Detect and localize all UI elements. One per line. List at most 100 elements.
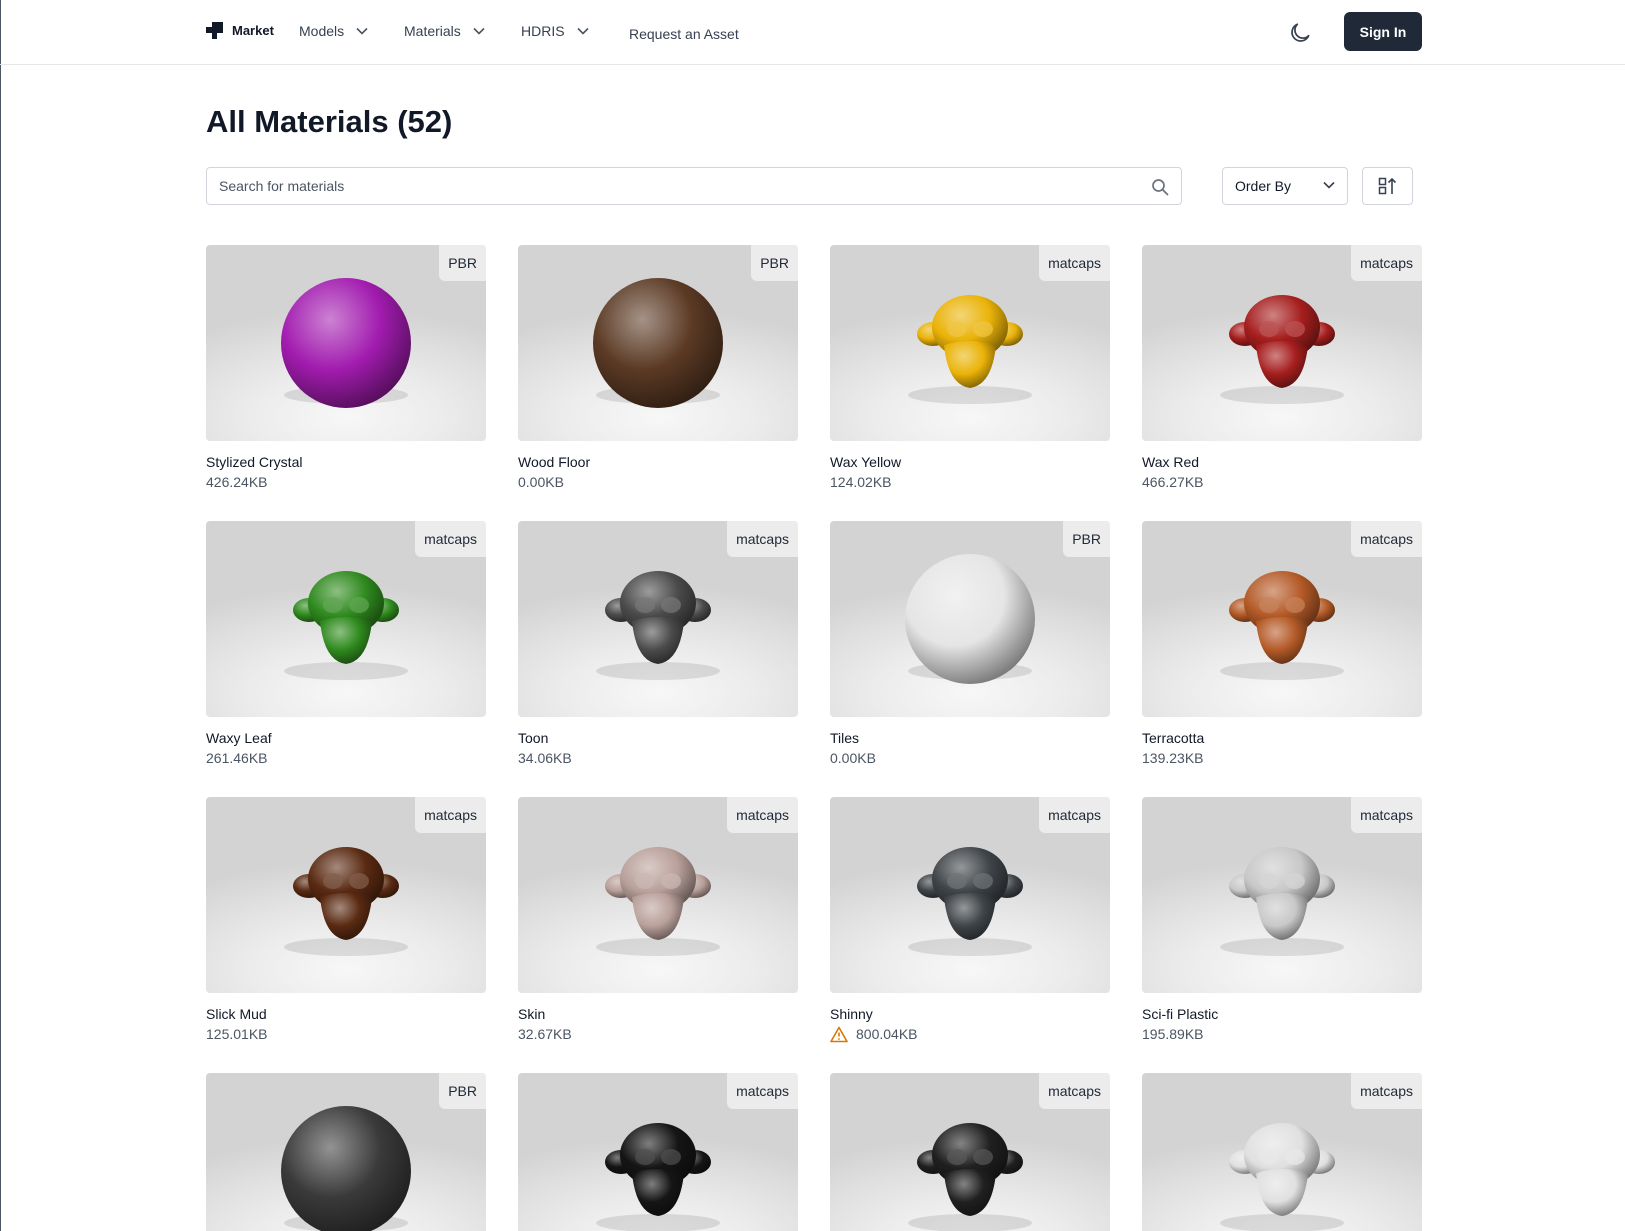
material-file-size: 195.89KB [1142, 1026, 1204, 1042]
material-card[interactable]: matcaps Slick Mud 125.01KB [206, 797, 486, 1043]
material-thumbnail: PBR [830, 521, 1110, 717]
material-type-badge: matcaps [1351, 797, 1422, 833]
material-card[interactable]: PBR Stylized Crystal 426.24KB [206, 245, 486, 491]
material-size-row: 466.27KB [1142, 473, 1422, 491]
material-name: Tiles [830, 730, 860, 746]
sign-in-button[interactable]: Sign In [1344, 12, 1422, 51]
logo[interactable]: Market [206, 22, 274, 39]
order-by-label: Order By [1235, 178, 1292, 194]
material-file-size: 466.27KB [1142, 474, 1204, 490]
material-thumbnail: matcaps [1142, 1073, 1422, 1231]
material-file-size: 125.01KB [206, 1026, 268, 1042]
material-thumbnail: matcaps [1142, 521, 1422, 717]
nav-hdris-label: HDRIS [521, 23, 565, 39]
material-size-row: 32.67KB [518, 1025, 798, 1043]
material-card[interactable]: matcaps [518, 1073, 798, 1231]
material-file-size: 261.46KB [206, 750, 268, 766]
material-size-row: 125.01KB [206, 1025, 486, 1043]
material-file-size: 139.23KB [1142, 750, 1204, 766]
top-navbar: Market Models Materials HDRIS Request an… [0, 0, 1625, 65]
warning-icon [830, 1026, 848, 1042]
material-type-badge: matcaps [1039, 1073, 1110, 1109]
material-file-size: 426.24KB [206, 474, 268, 490]
material-card[interactable]: matcaps Terracotta 139.23KB [1142, 521, 1422, 767]
material-thumbnail: matcaps [1142, 797, 1422, 993]
material-card[interactable]: PBR [206, 1073, 486, 1231]
moon-icon [1291, 23, 1310, 42]
material-type-badge: PBR [439, 1073, 486, 1109]
material-thumbnail: matcaps [518, 1073, 798, 1231]
material-thumbnail: matcaps [1142, 245, 1422, 441]
material-thumbnail: PBR [206, 245, 486, 441]
material-size-row: 0.00KB [830, 749, 1110, 767]
material-thumbnail: PBR [518, 245, 798, 441]
material-type-badge: matcaps [1039, 245, 1110, 281]
material-thumbnail: matcaps [518, 521, 798, 717]
material-thumbnail: matcaps [830, 797, 1110, 993]
material-file-size: 0.00KB [830, 750, 876, 766]
material-name: Stylized Crystal [206, 454, 303, 470]
material-card[interactable]: matcaps Wax Red 466.27KB [1142, 245, 1422, 491]
nav-materials[interactable]: Materials [404, 23, 485, 39]
material-size-row: 426.24KB [206, 473, 486, 491]
material-card[interactable]: matcaps Toon 34.06KB [518, 521, 798, 767]
logo-label: Market [232, 23, 274, 38]
material-size-row: 139.23KB [1142, 749, 1422, 767]
material-card[interactable]: matcaps Sci-fi Plastic 195.89KB [1142, 797, 1422, 1043]
material-type-badge: matcaps [727, 797, 798, 833]
material-file-size: 124.02KB [830, 474, 892, 490]
material-name: Slick Mud [206, 1006, 267, 1022]
window-edge [0, 0, 1, 1231]
sort-direction-button[interactable] [1362, 167, 1413, 205]
material-card[interactable]: matcaps [1142, 1073, 1422, 1231]
material-size-row: 0.00KB [518, 473, 798, 491]
nav-hdris[interactable]: HDRIS [521, 23, 589, 39]
material-card[interactable]: matcaps [830, 1073, 1110, 1231]
material-thumbnail: matcaps [518, 797, 798, 993]
material-type-badge: PBR [1063, 521, 1110, 557]
material-card[interactable]: matcaps Waxy Leaf 261.46KB [206, 521, 486, 767]
order-by-select[interactable]: Order By [1222, 167, 1348, 205]
material-thumbnail: matcaps [830, 1073, 1110, 1231]
nav-models-label: Models [299, 23, 345, 39]
material-type-badge: matcaps [1039, 797, 1110, 833]
material-card[interactable]: matcaps Wax Yellow 124.02KB [830, 245, 1110, 491]
material-name: Wood Floor [518, 454, 591, 470]
material-name: Shinny [830, 1006, 873, 1022]
request-asset-link[interactable]: Request an Asset [629, 26, 739, 42]
material-thumbnail: matcaps [830, 245, 1110, 441]
material-thumbnail: PBR [206, 1073, 486, 1231]
material-name: Wax Red [1142, 454, 1200, 470]
material-file-size: 800.04KB [856, 1026, 918, 1042]
material-file-size: 0.00KB [518, 474, 564, 490]
material-card[interactable]: matcaps Shinny 800.04KB [830, 797, 1110, 1043]
material-card[interactable]: PBR Tiles 0.00KB [830, 521, 1110, 767]
material-card[interactable]: matcaps Skin 32.67KB [518, 797, 798, 1043]
material-type-badge: matcaps [727, 521, 798, 557]
sort-ascending-icon [1378, 177, 1396, 195]
material-size-row: 195.89KB [1142, 1025, 1422, 1043]
chevron-down-icon [576, 27, 589, 35]
material-size-row: 800.04KB [830, 1025, 1110, 1043]
nav-models[interactable]: Models [299, 23, 368, 39]
material-type-badge: PBR [751, 245, 798, 281]
material-thumbnail: matcaps [206, 797, 486, 993]
search-input[interactable] [207, 168, 1181, 204]
material-file-size: 32.67KB [518, 1026, 572, 1042]
material-name: Skin [518, 1006, 546, 1022]
material-type-badge: matcaps [727, 1073, 798, 1109]
chevron-down-icon [1323, 181, 1335, 189]
material-size-row: 124.02KB [830, 473, 1110, 491]
market-logo-icon [206, 22, 223, 39]
theme-toggle-button[interactable] [1287, 20, 1313, 46]
material-type-badge: matcaps [1351, 1073, 1422, 1109]
search-icon[interactable] [1151, 178, 1169, 196]
chevron-down-icon [356, 27, 368, 35]
search-box [206, 167, 1182, 205]
material-name: Toon [518, 730, 549, 746]
material-size-row: 261.46KB [206, 749, 486, 767]
material-card[interactable]: PBR Wood Floor 0.00KB [518, 245, 798, 491]
chevron-down-icon [473, 27, 485, 35]
material-size-row: 34.06KB [518, 749, 798, 767]
material-type-badge: PBR [439, 245, 486, 281]
